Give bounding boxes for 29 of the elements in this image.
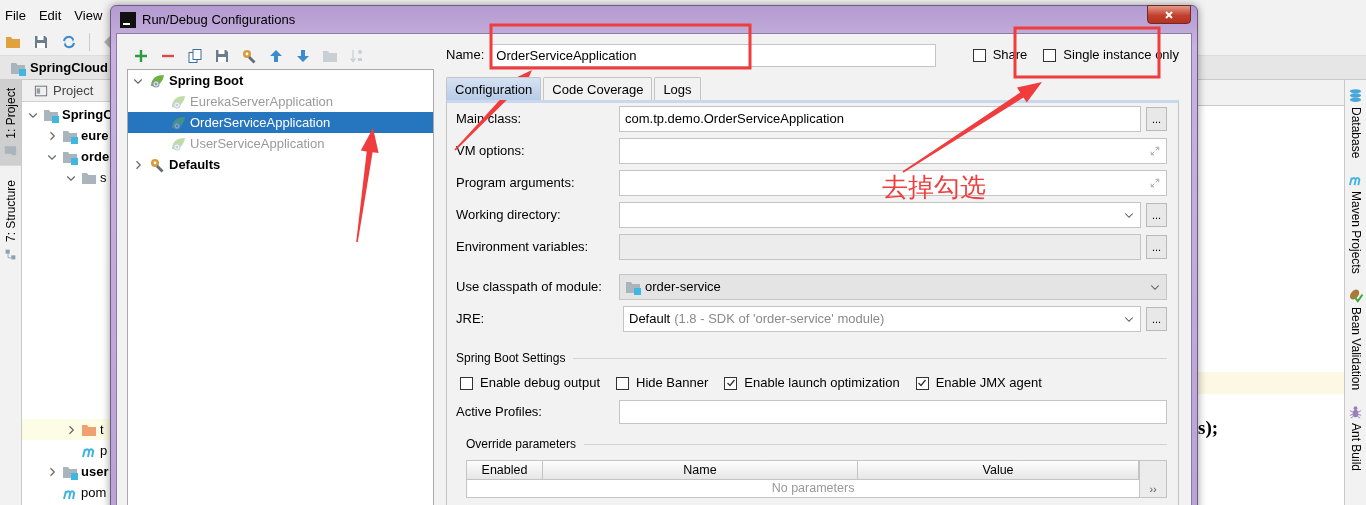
empty-message: No parameters xyxy=(770,480,856,497)
tree-label: Spring Boot xyxy=(169,71,244,90)
tree-label: Defaults xyxy=(169,155,221,174)
tree-label: OrderServiceApplication xyxy=(190,113,331,132)
tree-label: orde xyxy=(81,147,110,166)
tree-label: t xyxy=(100,420,104,439)
annotation-text: 去掉勾选 xyxy=(882,172,986,202)
tree-label: UserServiceApplication xyxy=(190,134,325,153)
tree-label: p xyxy=(100,441,108,460)
window-title: Run/Debug Configurations xyxy=(142,10,296,29)
section-title: Spring Boot Settings xyxy=(456,350,566,367)
field-label: Environment variables: xyxy=(456,238,590,257)
tree-label: pom xyxy=(81,483,107,502)
field-label: Working directory: xyxy=(456,206,562,225)
section-title: Override parameters xyxy=(466,436,577,453)
tree-label: EurekaServerApplication xyxy=(190,92,334,111)
tree-label: eure xyxy=(81,126,109,145)
field-label: Use classpath of module: xyxy=(456,278,603,297)
field-label: Active Profiles: xyxy=(456,403,543,422)
tree-label: SpringC xyxy=(62,105,113,124)
field-label: JRE: xyxy=(456,310,486,329)
field-label: Name: xyxy=(446,46,485,65)
tree-label: s xyxy=(100,168,107,187)
code-text: s); xyxy=(1198,417,1219,438)
tree-label: user xyxy=(81,462,109,481)
field-label: VM options: xyxy=(456,142,526,161)
panel-title: Project xyxy=(53,81,94,100)
field-label: Program arguments: xyxy=(456,174,576,193)
field-label: Main class: xyxy=(456,110,523,129)
